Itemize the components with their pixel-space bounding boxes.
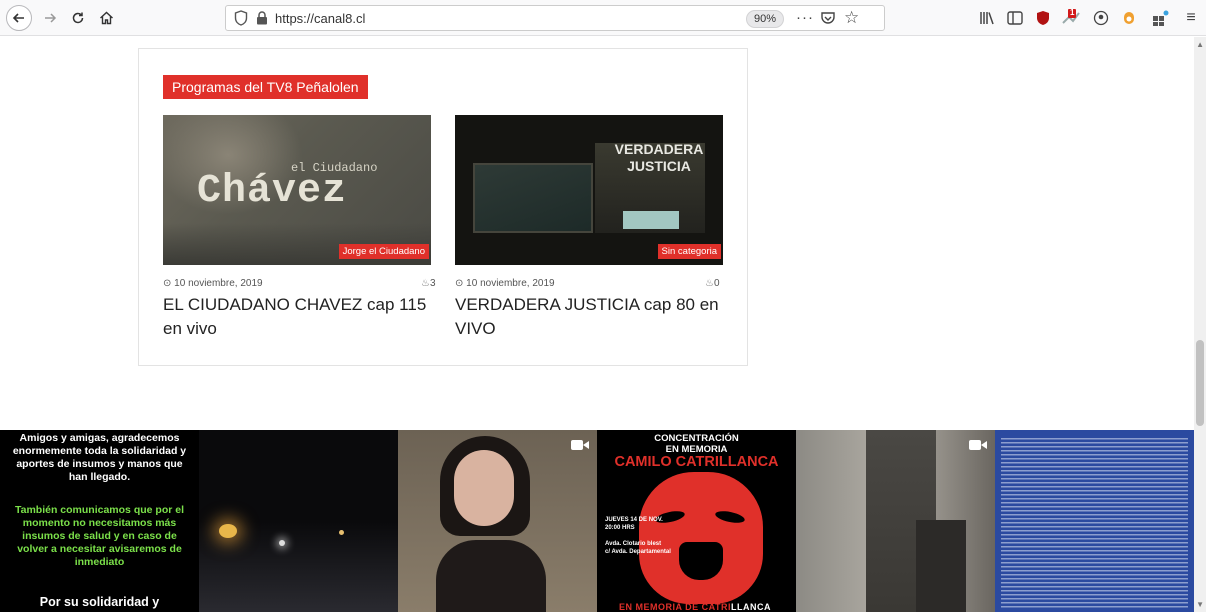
post-date: ⊙ 10 noviembre, 2019 (455, 278, 555, 289)
section-title[interactable]: Programas del TV8 Peñalolen (163, 75, 368, 99)
post-date: ⊙ 10 noviembre, 2019 (163, 278, 263, 289)
tile-portrait-mouth (679, 542, 723, 580)
forward-button[interactable] (38, 6, 62, 30)
page-scrollbar[interactable] (1194, 37, 1206, 612)
tile-text-notice: También comunicamos que por el momento n… (14, 504, 184, 568)
url-text[interactable]: https://canal8.cl (275, 11, 365, 26)
thumbnail-caption: VERDADERA JUSTICIA (595, 141, 723, 175)
post-count-value: 3 (429, 278, 436, 289)
sidebar-icon[interactable] (1004, 6, 1026, 30)
home-button[interactable] (94, 6, 118, 30)
browser-toolbar: https://canal8.cl 90% ··· ☆ 1 ≡ (0, 0, 1206, 36)
post-count: ♨3 (421, 278, 436, 289)
notification-count: 1 (1070, 8, 1075, 17)
clock-icon: ⊙ (455, 278, 464, 289)
category-badge[interactable]: Jorge el Ciudadano (338, 244, 429, 259)
tile-details-time: 20:00 HRS (605, 525, 635, 531)
post-date-text: 10 noviembre, 2019 (174, 278, 263, 289)
tile-text-solidarity: Por su solidaridad y (39, 595, 160, 609)
library-icon[interactable] (976, 6, 998, 30)
instagram-feed: Amigos y amigas, agradecemos enormemente… (0, 430, 1194, 612)
tile-streetlight (339, 530, 344, 535)
container-extension-icon[interactable] (1118, 6, 1140, 30)
zoom-indicator[interactable]: 90% (746, 10, 784, 28)
post-title[interactable]: VERDADERA JUSTICIA cap 80 en VIVO (455, 293, 731, 341)
menu-hamburger-icon[interactable]: ≡ (1180, 6, 1202, 30)
tile-face (454, 450, 514, 526)
tile-details-place2: c/ Avda. Departamental (605, 549, 671, 555)
page-actions-icon[interactable]: ··· (796, 9, 814, 26)
url-bar[interactable]: https://canal8.cl 90% ··· ☆ (225, 5, 885, 31)
post-thumbnail[interactable]: el Ciudadano Chávez Jorge el Ciudadano (163, 115, 431, 265)
tile-name: CAMILO CATRILLANCA (614, 454, 779, 470)
extensions-icon[interactable] (1150, 6, 1172, 30)
post-date-text: 10 noviembre, 2019 (466, 278, 555, 289)
tile-details: JUEVES 14 DE NOV. 20:00 HRS Avda. Clotar… (605, 516, 671, 556)
tile-text-thanks: Amigos y amigas, agradecemos enormemente… (12, 432, 187, 483)
thumbnail-light (623, 211, 679, 229)
tile-document-text (1001, 438, 1188, 608)
instagram-post[interactable]: Amigos y amigas, agradecemos enormemente… (0, 430, 199, 612)
tile-footer-a: EN MEMORIA DE CATRI (619, 602, 731, 612)
reload-icon (72, 12, 84, 24)
video-camera-icon (969, 438, 987, 456)
tile-details-date: JUEVES 14 DE NOV. (605, 517, 663, 523)
post-count: ♨0 (705, 278, 720, 289)
post-title[interactable]: EL CIUDADANO CHAVEZ cap 115 en vivo (163, 293, 439, 341)
tile-footer-b: LLANCA (731, 602, 771, 612)
tile-heading-line1: CONCENTRACIÓN (654, 433, 739, 444)
clock-icon: ⊙ (163, 278, 172, 289)
tile-person-arm (916, 520, 966, 612)
category-badge[interactable]: Sin categoria (657, 244, 721, 259)
thumbnail-caption-line2: JUSTICIA (627, 158, 691, 174)
flame-icon: ♨ (421, 278, 430, 289)
thumbnail-caption-large: Chávez (197, 169, 348, 214)
bookmark-star-icon[interactable]: ☆ (844, 8, 859, 28)
post-thumbnail[interactable]: VERDADERA JUSTICIA Sin categoria (455, 115, 723, 265)
instagram-post[interactable]: CONCENTRACIÓN EN MEMORIA CAMILO CATRILLA… (597, 430, 796, 612)
lock-icon[interactable] (256, 11, 268, 30)
tile-streetlight (279, 540, 285, 546)
flame-icon: ♨ (705, 278, 714, 289)
pocket-icon[interactable] (820, 10, 836, 31)
page-scrollbar-thumb[interactable] (1196, 340, 1204, 426)
back-arrow-icon (12, 13, 24, 23)
thumbnail-caption-line1: VERDADERA (614, 141, 704, 157)
instagram-post[interactable] (796, 430, 995, 612)
video-camera-icon (571, 438, 589, 456)
account-icon[interactable] (1090, 6, 1112, 30)
home-icon (99, 11, 113, 25)
scroll-up-icon[interactable]: ▲ (1196, 40, 1204, 49)
tile-fire (219, 524, 237, 538)
forward-arrow-icon (45, 13, 57, 23)
tile-details-place1: Avda. Clotario blest (605, 541, 662, 547)
reload-button[interactable] (66, 6, 90, 30)
instagram-post[interactable] (199, 430, 398, 612)
ublock-icon[interactable] (1032, 6, 1054, 30)
instagram-post[interactable] (398, 430, 597, 612)
scroll-down-icon[interactable]: ▼ (1196, 600, 1204, 609)
tile-heading: CONCENTRACIÓN EN MEMORIA (603, 433, 790, 455)
thumbnail-screen (473, 163, 593, 233)
tile-shoulders (436, 540, 546, 612)
notifications-extension-icon[interactable]: 1 (1060, 6, 1082, 30)
instagram-post[interactable] (995, 430, 1194, 612)
back-button[interactable] (6, 5, 32, 31)
tracking-shield-icon[interactable] (234, 10, 248, 31)
post-count-value: 0 (713, 278, 720, 289)
tile-footer: EN MEMORIA DE CATRILLANCA (619, 602, 771, 612)
